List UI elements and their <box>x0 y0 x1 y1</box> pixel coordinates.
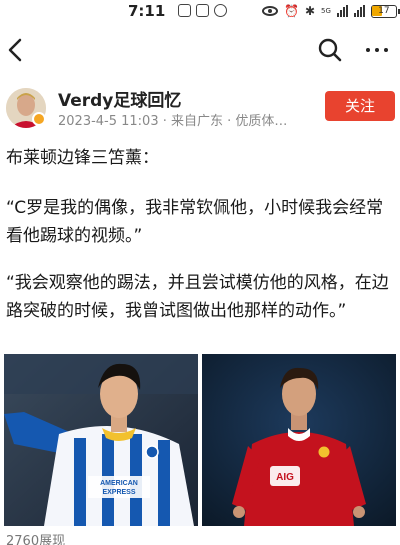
verified-badge-icon <box>32 112 46 126</box>
status-bar: 7:11 ⏰ ✱ 5G 17 <box>0 0 400 24</box>
nav-bar <box>0 26 400 74</box>
author-meta: 2023-4-5 11:03 · 来自广东 · 优质体… <box>58 114 288 129</box>
more-options-icon[interactable] <box>366 40 394 60</box>
author-row: Verdy足球回忆 2023-4-5 11:03 · 来自广东 · 优质体… 关… <box>0 84 400 134</box>
status-system-icons: ⏰ ✱ 5G 17 <box>262 4 400 18</box>
alarm-icon: ⏰ <box>284 4 299 18</box>
photo-mitoma-image: AMERICAN EXPRESS <box>4 354 198 526</box>
signal-icon <box>336 5 348 17</box>
battery-level: 17 <box>378 5 390 16</box>
status-time: 7:11 <box>128 2 166 20</box>
post-paragraph: “我会观察他的踢法，并且尝试模仿他的风格，在边路突破的时候，我曾试图做出他那样的… <box>6 273 389 321</box>
follow-button[interactable]: 关注 <box>325 91 395 121</box>
bluetooth-icon: ✱ <box>304 4 316 18</box>
photo-ronaldo[interactable]: AIG <box>202 354 396 526</box>
message-icon <box>178 4 191 17</box>
sponsor-text-right: AIG <box>276 472 294 483</box>
camera-icon <box>196 4 209 17</box>
eye-icon <box>262 6 278 16</box>
post-paragraph: “C罗是我的偶像，我非常钦佩他，小时候我会经常看他踢球的视频。” <box>6 198 384 246</box>
network-type: 5G <box>321 6 331 15</box>
battery-icon: 17 <box>370 4 400 18</box>
photo-ronaldo-image: AIG <box>202 354 396 526</box>
post-paragraph: 布莱顿边锋三笘薰： <box>6 148 159 168</box>
signal-icon-2 <box>353 5 365 17</box>
svg-text:EXPRESS: EXPRESS <box>102 489 135 496</box>
author-name[interactable]: Verdy足球回忆 <box>58 86 181 111</box>
view-count: 2760展现 <box>6 534 66 545</box>
status-notification-icons <box>178 4 227 17</box>
app-notification-icon <box>214 4 227 17</box>
photo-mitoma[interactable]: AMERICAN EXPRESS <box>4 354 198 526</box>
sponsor-text-left: AMERICAN <box>100 480 138 487</box>
back-icon[interactable] <box>2 34 30 66</box>
search-icon[interactable] <box>316 36 344 64</box>
